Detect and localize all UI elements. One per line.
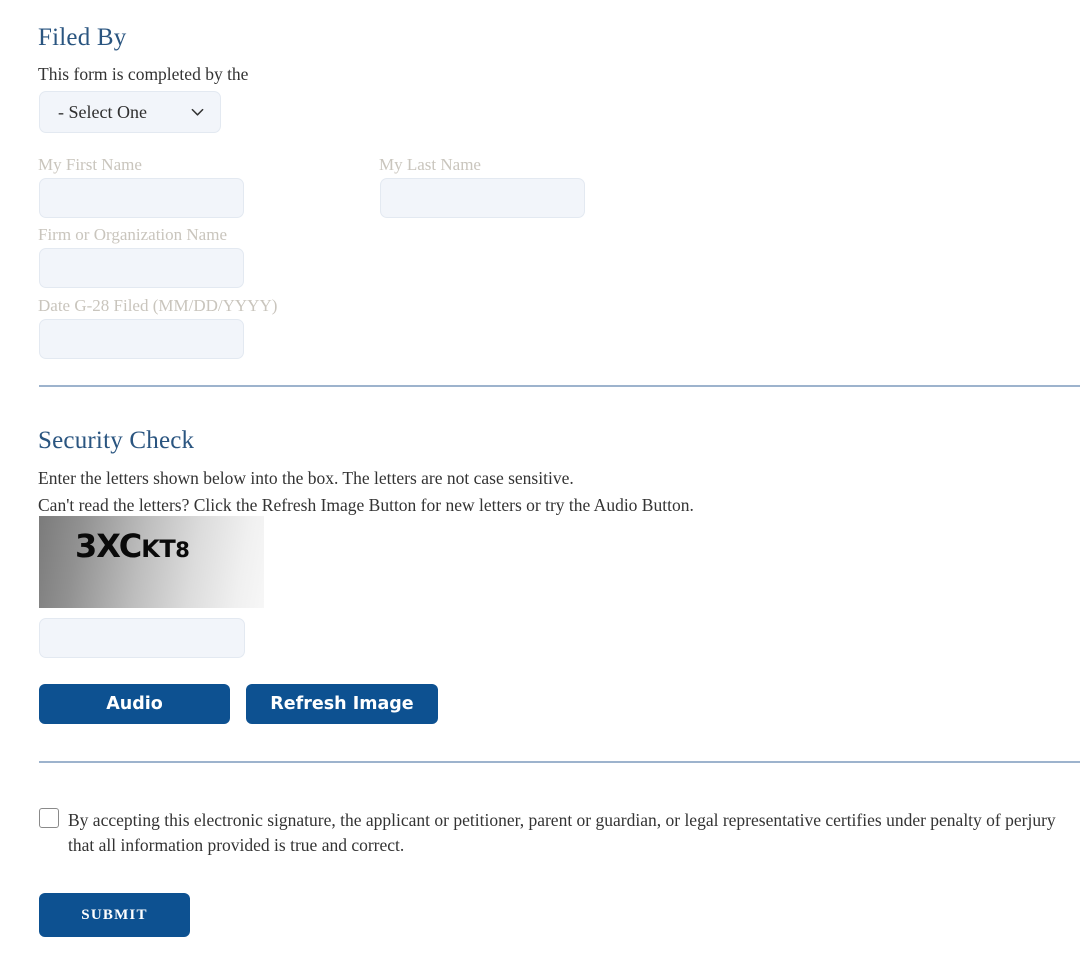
form-page: Filed By This form is completed by the -…	[0, 0, 1080, 955]
first-name-label: My First Name	[38, 155, 142, 174]
firm-or-organization-name-label: Firm or Organization Name	[38, 225, 228, 244]
refresh-image-button[interactable]: Refresh Image	[246, 684, 438, 724]
audio-button[interactable]: Audio	[39, 684, 230, 724]
filed-by-heading: Filed By	[38, 24, 127, 51]
security-check-heading: Security Check	[38, 427, 195, 454]
security-check-line-2: Can't read the letters? Click the Refres…	[38, 495, 694, 515]
firm-or-organization-name-input[interactable]	[39, 248, 244, 288]
date-g28-filed-input[interactable]	[39, 319, 244, 359]
captcha-text-part-2: KT	[141, 535, 176, 563]
section-divider-bottom	[39, 761, 1080, 763]
captcha-text-part-3: 8	[175, 538, 190, 562]
section-divider-top	[39, 385, 1080, 387]
filed-by-select-value[interactable]: - Select One	[39, 91, 221, 133]
captcha-image: 3XCKT8	[39, 516, 264, 608]
filed-by-intro-text: This form is completed by the	[38, 64, 249, 84]
filed-by-select[interactable]: - Select One	[39, 91, 221, 133]
last-name-input[interactable]	[380, 178, 585, 218]
captcha-text-part-1: 3XC	[75, 527, 142, 565]
electronic-signature-consent[interactable]: By accepting this electronic signature, …	[39, 808, 1069, 858]
date-g28-filed-label: Date G-28 Filed (MM/DD/YYYY)	[38, 296, 278, 315]
submit-button[interactable]: SUBMIT	[39, 893, 190, 937]
captcha-answer-input[interactable]	[39, 618, 245, 658]
last-name-label: My Last Name	[379, 155, 481, 174]
electronic-signature-checkbox[interactable]	[39, 808, 59, 828]
security-check-line-1: Enter the letters shown below into the b…	[38, 468, 574, 488]
electronic-signature-consent-text: By accepting this electronic signature, …	[68, 810, 1056, 855]
captcha-text: 3XCKT8	[75, 530, 190, 562]
first-name-input[interactable]	[39, 178, 244, 218]
